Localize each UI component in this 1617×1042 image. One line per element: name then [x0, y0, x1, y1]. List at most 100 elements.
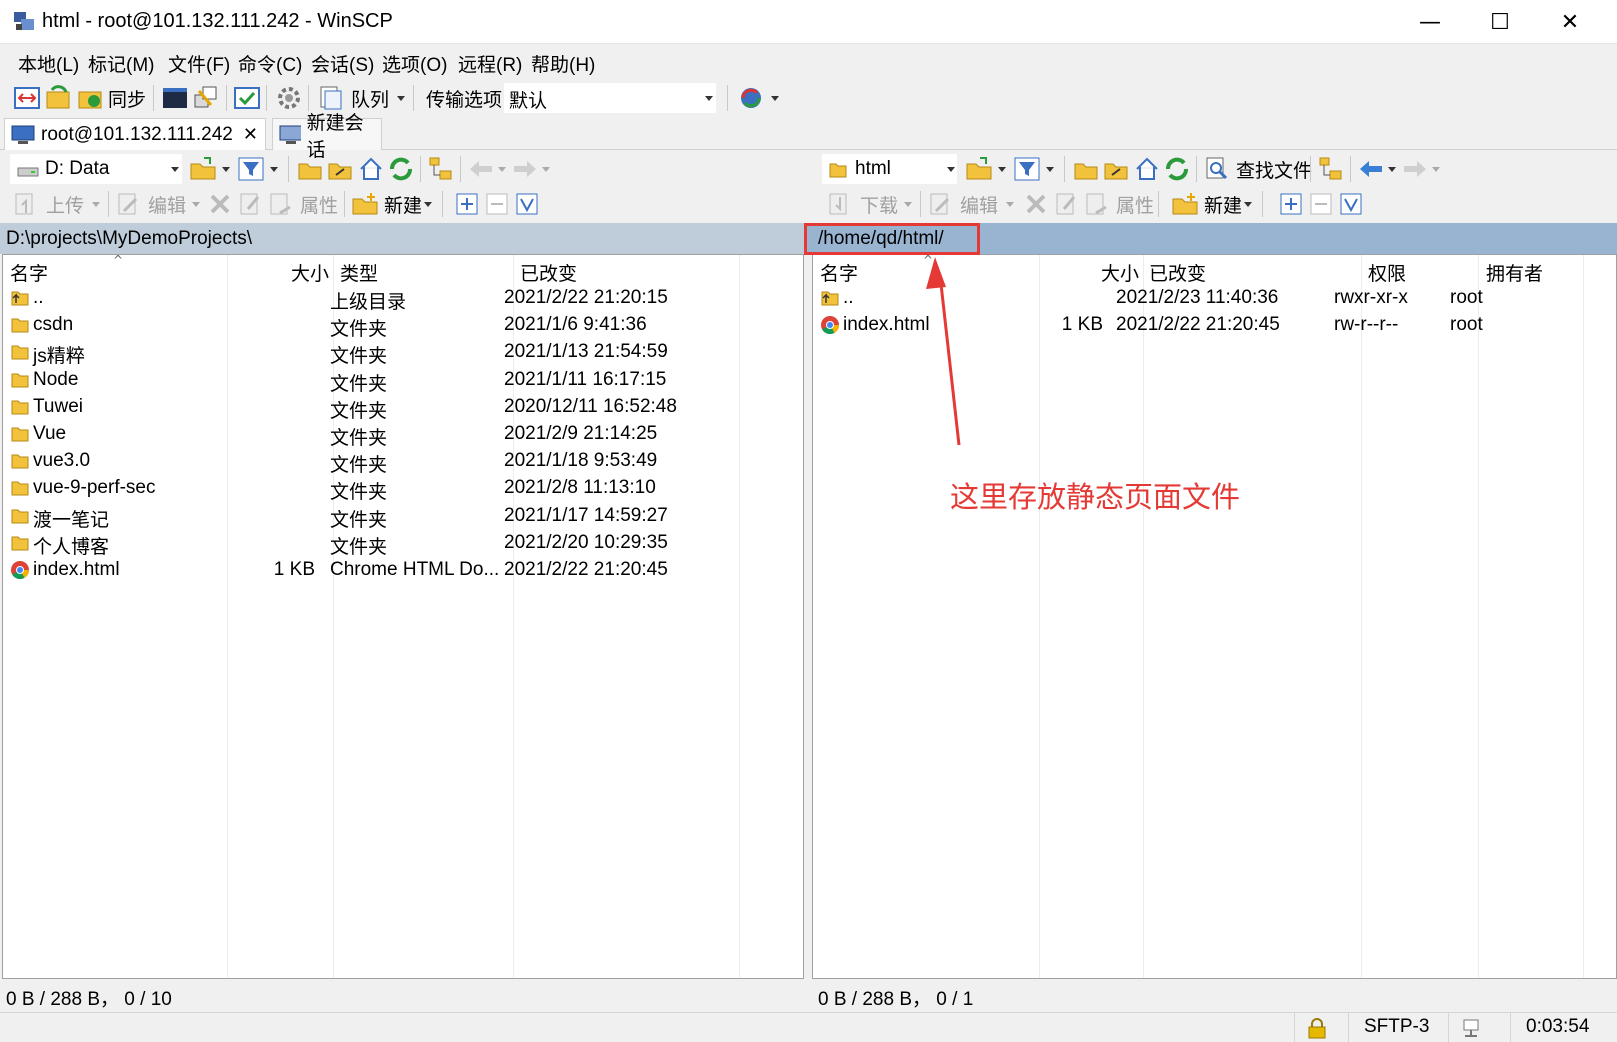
properties-icon[interactable] [268, 191, 294, 217]
column-header-rights[interactable]: 权限 [1368, 255, 1406, 285]
column-header-size[interactable]: 大小 [291, 255, 329, 285]
lock-icon[interactable] [1306, 1017, 1328, 1039]
file-row[interactable]: index.html 1 KB Chrome HTML Do... 2021/2/22… [3, 557, 803, 585]
compare-dirs-icon[interactable] [14, 85, 40, 111]
queue-transfer-icon[interactable] [234, 85, 260, 111]
edit-dropdown-caret[interactable] [192, 202, 200, 207]
rename-icon[interactable] [238, 191, 264, 217]
find-files-label[interactable]: 查找文件 [1236, 156, 1312, 183]
delete-icon[interactable] [1024, 192, 1048, 216]
sync-browse-icon[interactable] [46, 85, 72, 111]
forward-arrow-icon[interactable] [1402, 158, 1428, 180]
file-row[interactable]: 渡一笔记 文件夹 2021/1/17 14:59:27 [3, 503, 803, 531]
properties-button-label[interactable]: 属性 [1116, 191, 1154, 218]
edit-icon[interactable] [928, 191, 954, 217]
download-icon[interactable] [826, 191, 852, 217]
sync-button-label[interactable]: 同步 [108, 85, 146, 112]
filter-icon[interactable] [238, 156, 264, 182]
putty-icon[interactable] [193, 85, 219, 111]
file-row[interactable]: Tuwei 文件夹 2020/12/11 16:52:48 [3, 394, 803, 422]
menu-command[interactable]: 命令(C) [238, 50, 302, 77]
properties-button-label[interactable]: 属性 [300, 191, 338, 218]
column-header-name[interactable]: 名字 [10, 255, 48, 285]
parent-dir-icon[interactable] [298, 157, 322, 181]
find-files-icon[interactable] [1204, 156, 1230, 182]
download-dropdown-caret[interactable] [904, 202, 912, 207]
expand-icon[interactable] [1280, 193, 1302, 215]
file-row[interactable]: .. 上级目录 2021/2/22 21:20:15 [3, 285, 803, 313]
menu-session[interactable]: 会话(S) [311, 50, 374, 77]
refresh-icon[interactable] [1164, 156, 1190, 182]
file-row[interactable]: csdn 文件夹 2021/1/6 9:41:36 [3, 312, 803, 340]
expand-icon[interactable] [456, 193, 478, 215]
reconnect-icon[interactable] [738, 85, 764, 111]
back-arrow-icon[interactable] [1358, 158, 1384, 180]
filter-dropdown-caret[interactable] [270, 167, 278, 172]
gear-icon[interactable] [276, 85, 302, 111]
filter-dropdown-caret[interactable] [1046, 167, 1054, 172]
forward-dropdown-caret[interactable] [542, 167, 550, 172]
file-row[interactable]: js精粹 文件夹 2021/1/13 21:54:59 [3, 339, 803, 367]
synchronize-icon[interactable] [78, 85, 104, 111]
file-row[interactable]: Vue 文件夹 2021/2/9 21:14:25 [3, 421, 803, 449]
delete-icon[interactable] [208, 192, 232, 216]
menu-help[interactable]: 帮助(H) [531, 50, 595, 77]
column-header-owner[interactable]: 拥有者 [1486, 255, 1543, 285]
column-header-name[interactable]: 名字 [820, 255, 858, 285]
forward-arrow-icon[interactable] [512, 158, 538, 180]
menu-file[interactable]: 文件(F) [168, 50, 230, 77]
close-tab-icon[interactable]: ✕ [243, 124, 258, 145]
terminal-icon[interactable] [162, 85, 188, 111]
upload-dropdown-caret[interactable] [92, 202, 100, 207]
rename-icon[interactable] [1054, 191, 1080, 217]
remote-dir-select[interactable]: html [822, 154, 957, 184]
maximize-button[interactable]: ☐ [1465, 0, 1535, 44]
tab-new-session[interactable]: 新建会话 [272, 113, 382, 161]
forward-dropdown-caret[interactable] [1432, 167, 1440, 172]
column-header-changed[interactable]: 已改变 [1149, 255, 1206, 285]
parent-dir-icon[interactable] [1074, 157, 1098, 181]
new-dropdown-caret[interactable] [1244, 202, 1252, 207]
local-drive-select[interactable]: D: Data [10, 154, 182, 184]
file-row[interactable]: 个人博客 文件夹 2021/2/20 10:29:35 [3, 530, 803, 558]
file-row[interactable]: Node 文件夹 2021/1/11 16:17:15 [3, 367, 803, 395]
home-icon[interactable] [358, 156, 384, 182]
tab-session-root[interactable]: root@101.132.111.242 ✕ [4, 118, 266, 150]
new-button-label[interactable]: 新建 [1204, 191, 1242, 218]
open-folder-icon[interactable] [190, 156, 216, 182]
collapse-icon[interactable] [486, 193, 508, 215]
new-folder-icon[interactable] [352, 191, 378, 217]
column-header-type[interactable]: 类型 [340, 255, 378, 285]
open-folder-icon[interactable] [966, 156, 992, 182]
local-path-bar[interactable]: D:\projects\MyDemoProjects\ [0, 223, 805, 254]
local-file-list[interactable]: 名字 ^ 大小 类型 已改变 .. 上级目录 2021/2/22 21:20:15 c… [2, 253, 804, 979]
edit-icon[interactable] [116, 191, 142, 217]
open-dropdown-caret[interactable] [222, 167, 230, 172]
root-dir-icon[interactable] [328, 157, 352, 181]
reconnect-dropdown-caret[interactable] [771, 96, 779, 101]
download-button-label[interactable]: 下载 [860, 191, 898, 218]
refresh-icon[interactable] [388, 156, 414, 182]
queue-dropdown-caret[interactable] [397, 96, 405, 101]
column-header-changed[interactable]: 已改变 [520, 255, 577, 285]
select-filter-icon[interactable] [1340, 193, 1362, 215]
edit-button-label[interactable]: 编辑 [960, 191, 998, 218]
root-dir-icon[interactable] [1104, 157, 1128, 181]
new-folder-icon[interactable] [1172, 191, 1198, 217]
menu-remote[interactable]: 远程(R) [458, 50, 522, 77]
open-dropdown-caret[interactable] [998, 167, 1006, 172]
minimize-button[interactable]: — [1395, 0, 1465, 44]
upload-icon[interactable] [12, 191, 38, 217]
tree-view-icon[interactable] [428, 156, 454, 182]
properties-icon[interactable] [1084, 191, 1110, 217]
select-filter-icon[interactable] [516, 193, 538, 215]
close-button[interactable]: ✕ [1535, 0, 1605, 44]
back-dropdown-caret[interactable] [498, 167, 506, 172]
home-icon[interactable] [1134, 156, 1160, 182]
menu-mark[interactable]: 标记(M) [88, 50, 154, 77]
file-row[interactable]: vue3.0 文件夹 2021/1/18 9:53:49 [3, 448, 803, 476]
edit-dropdown-caret[interactable] [1006, 202, 1014, 207]
upload-button-label[interactable]: 上传 [46, 191, 84, 218]
back-dropdown-caret[interactable] [1388, 167, 1396, 172]
edit-button-label[interactable]: 编辑 [148, 191, 186, 218]
